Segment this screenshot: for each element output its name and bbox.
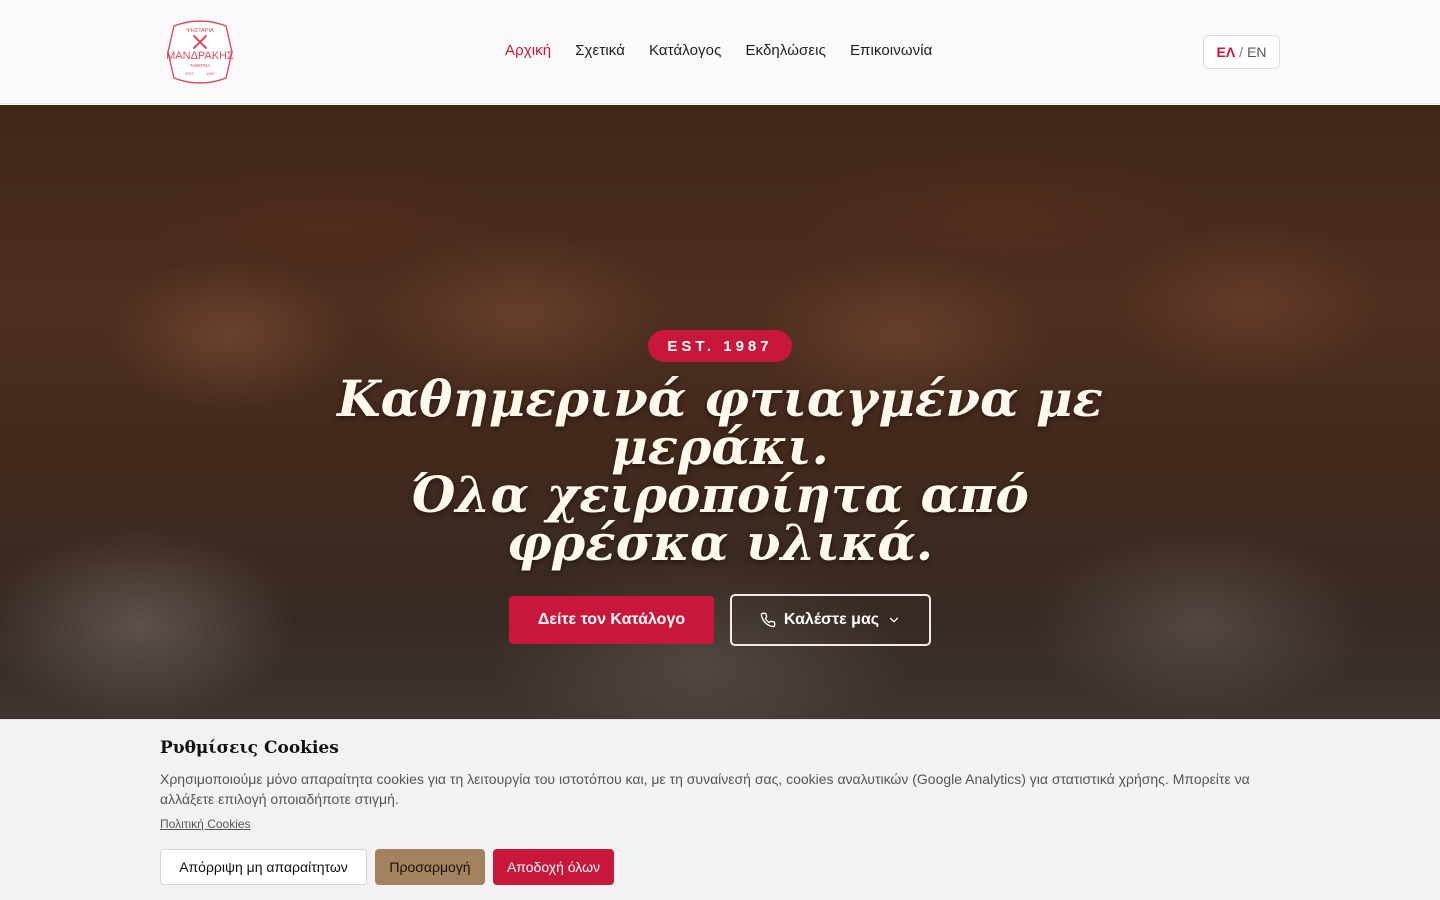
lang-en[interactable]: EN [1247, 44, 1266, 60]
lang-el[interactable]: ΕΛ [1216, 44, 1235, 60]
customize-button[interactable]: Προσαρμογή [375, 849, 485, 885]
est-badge: EST. 1987 [648, 330, 792, 362]
hero-headline: Καθημερινά φτιαγμένα με μεράκι. Όλα χειρ… [320, 374, 1120, 568]
cookie-text: Χρησιμοποιούμε μόνο απαραίτητα cookies γ… [160, 771, 1250, 807]
cookie-banner: Ρυθμίσεις Cookies Χρησιμοποιούμε μόνο απ… [0, 719, 1440, 900]
nav-item-about[interactable]: Σχετικά [575, 42, 625, 59]
logo-est-right: 1987 [206, 71, 216, 76]
call-us-label: Καλέστε μας [783, 611, 880, 628]
nav-item-home[interactable]: Αρχική [505, 42, 551, 59]
logo-top-text: ΨΗΣΤΑΡΙΑ [186, 28, 214, 34]
cookie-title: Ρυθμίσεις Cookies [160, 738, 339, 758]
logo-name: ΜΑΝΔΡΑΚΗΣ [166, 50, 234, 62]
lang-separator: / [1239, 44, 1244, 60]
nav-item-menu[interactable]: Κατάλογος [649, 42, 721, 59]
headline-line-1: Καθημερινά φτιαγμένα με μεράκι. [337, 369, 1103, 476]
logo-est-left: EST. [186, 71, 194, 76]
logo-sub-text: ΤΑΒΕΡΝΑ [190, 63, 211, 68]
reject-nonessential-button[interactable]: Απόρριψη μη απαραίτητων [160, 849, 367, 885]
cookie-policy-link[interactable]: Πολιτική Cookies [160, 817, 251, 831]
nav-item-contact[interactable]: Επικοινωνία [850, 42, 933, 59]
logo[interactable]: ΨΗΣΤΑΡΙΑ ΜΑΝΔΡΑΚΗΣ ΤΑΒΕΡΝΑ EST. 1987 [160, 18, 240, 86]
chevron-down-icon [889, 617, 899, 623]
call-us-button[interactable]: Καλέστε μας [730, 594, 931, 646]
language-switcher: ΕΛ / EN [1203, 35, 1280, 69]
headline-line-2: Όλα χειροποίητα από φρέσκα υλικά. [411, 465, 1029, 572]
nav-item-events[interactable]: Εκδηλώσεις [745, 42, 826, 59]
site-header: ΨΗΣΤΑΡΙΑ ΜΑΝΔΡΑΚΗΣ ΤΑΒΕΡΝΑ EST. 1987 Αρχ… [0, 0, 1440, 104]
accept-all-button[interactable]: Αποδοχή όλων [493, 849, 614, 885]
phone-icon [760, 612, 776, 628]
view-menu-button[interactable]: Δείτε τον Κατάλογο [509, 596, 714, 644]
main-nav: Αρχική Σχετικά Κατάλογος Εκδηλώσεις Επικ… [505, 42, 932, 59]
